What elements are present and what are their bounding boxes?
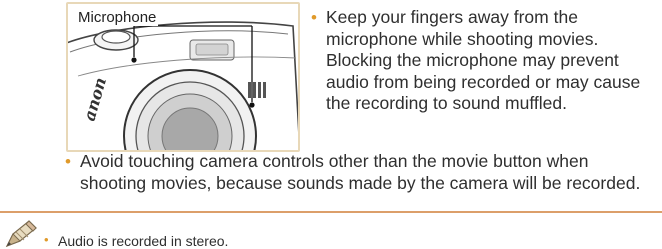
bullet-microphone-warning: Keep your fingers away from the micropho… [326,7,641,113]
bullet-marker: • [44,232,49,247]
bullet-marker: • [65,152,71,171]
bullet-marker: • [311,8,317,27]
section-divider [0,211,662,213]
bullet-camera-controls-warning: Avoid touching camera controls other tha… [80,151,641,193]
microphone-left-dot [131,57,137,63]
microphone-right-dot [249,102,255,108]
camera-microphone-illustration: anon [68,21,298,150]
microphone-callout-label: Microphone [76,9,159,26]
note-stereo-audio: Audio is recorded in stereo. [58,233,229,249]
pencil-icon [5,220,37,248]
